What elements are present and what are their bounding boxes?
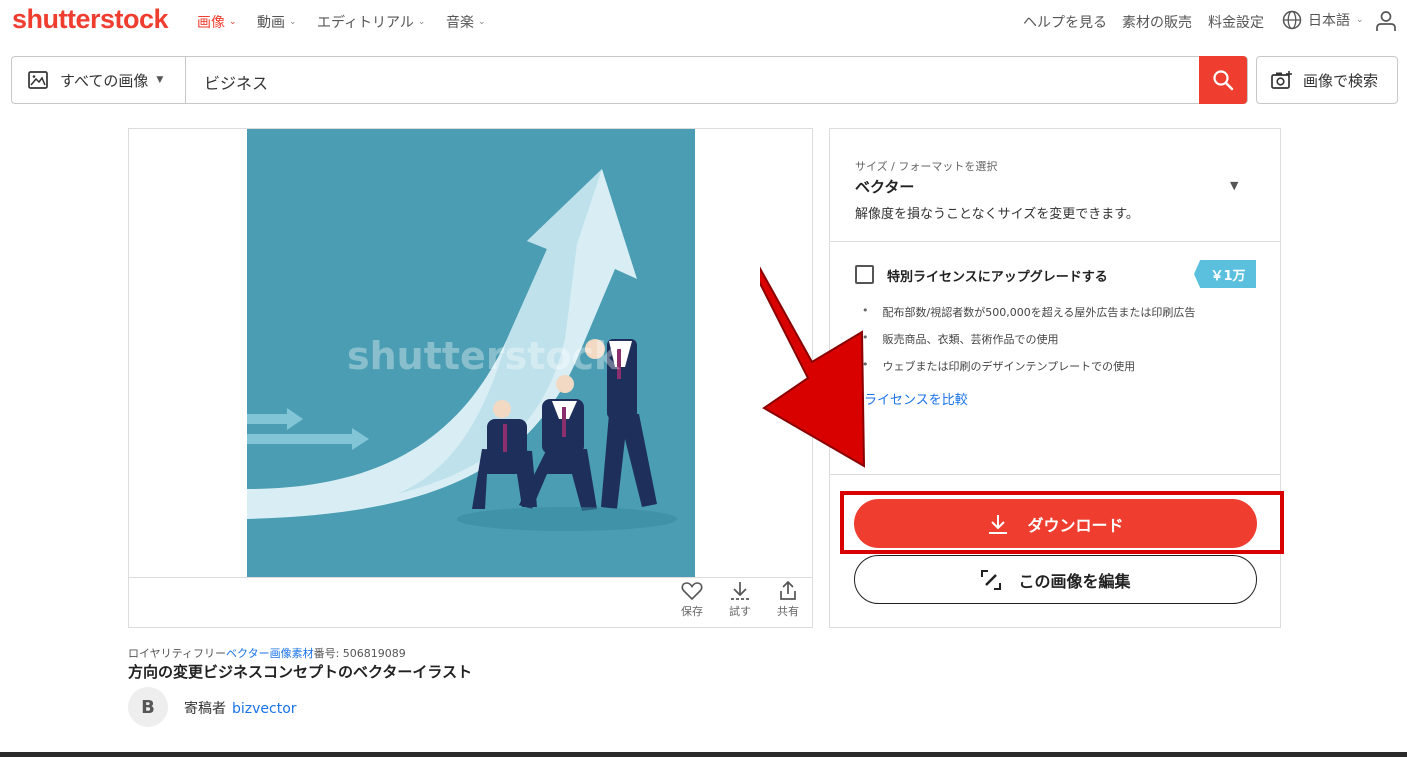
- bullet-text: ウェブまたは印刷のデザインテンプレートでの使用: [882, 360, 1136, 373]
- help-link[interactable]: ヘルプを見る: [1023, 12, 1107, 32]
- camera-plus-icon: [1271, 71, 1292, 89]
- pricing-link[interactable]: 料金設定: [1208, 12, 1264, 32]
- caret-down-icon: ▼: [1230, 179, 1239, 192]
- search-input[interactable]: ビジネス: [204, 70, 268, 94]
- save-action[interactable]: 保存: [681, 581, 703, 619]
- divider: [830, 241, 1280, 242]
- share-label: 共有: [777, 605, 799, 618]
- search-scope-dropdown[interactable]: すべての画像 ▼: [12, 57, 186, 103]
- upgrade-label[interactable]: 特別ライセンスにアップグレードする: [887, 266, 1108, 285]
- nav-video-label: 動画: [257, 15, 285, 31]
- image-preview-panel: shutterstock 保存 試す 共有: [128, 128, 813, 628]
- chevron-down-icon: ⌄: [229, 17, 237, 27]
- heart-icon: [681, 582, 703, 601]
- royalty-free-label: ロイヤリティフリー: [128, 647, 227, 660]
- annotation-highlight-box: [840, 491, 1284, 554]
- language-selector[interactable]: 日本語 ⌄: [1282, 10, 1364, 30]
- nav-video[interactable]: 動画 ⌄: [257, 12, 297, 32]
- list-item: • 配布部数/視認者数が500,000を超える屋外広告または印刷広告: [862, 304, 1195, 320]
- nav-editorial-label: エディトリアル: [317, 15, 414, 31]
- caret-down-icon: ▼: [156, 75, 164, 85]
- search-scope-label: すべての画像: [60, 71, 149, 90]
- image-search-button[interactable]: 画像で検索: [1256, 56, 1398, 104]
- preview-image[interactable]: shutterstock: [247, 129, 695, 577]
- download-icon: [731, 582, 749, 600]
- search-bar: すべての画像 ▼ ビジネス: [11, 56, 1248, 104]
- avatar[interactable]: B: [128, 687, 168, 727]
- edit-icon: [981, 569, 1002, 590]
- bullet-text: 配布部数/視認者数が500,000を超える屋外広告または印刷広告: [882, 306, 1196, 319]
- contributor-label: 寄稿者: [184, 701, 226, 717]
- image-search-label: 画像で検索: [1303, 71, 1379, 90]
- nav-editorial[interactable]: エディトリアル ⌄: [317, 12, 425, 32]
- chevron-down-icon: ⌄: [478, 17, 486, 27]
- nav-images[interactable]: 画像 ⌄: [197, 12, 237, 32]
- search-button[interactable]: [1199, 56, 1247, 104]
- chevron-down-icon: ⌄: [289, 17, 297, 27]
- divider: [830, 474, 1280, 475]
- vector-stock-link[interactable]: ベクター画像素材: [226, 647, 314, 660]
- globe-icon: [1282, 10, 1302, 30]
- image-id: 番号: 506819089: [313, 647, 406, 660]
- top-navigation: shutterstock 画像 ⌄ 動画 ⌄ エディトリアル ⌄ 音楽 ⌄ ヘルプを見る…: [0, 0, 1407, 44]
- user-account-icon[interactable]: [1374, 9, 1398, 33]
- nav-music[interactable]: 音楽 ⌄: [446, 12, 486, 32]
- chevron-down-icon: ⌄: [1356, 15, 1364, 25]
- share-action[interactable]: 共有: [777, 581, 799, 619]
- image-icon: [28, 71, 48, 89]
- bottom-bar: [0, 752, 1407, 757]
- save-label: 保存: [681, 605, 703, 618]
- price-tag: ￥1万: [1194, 260, 1256, 288]
- language-label: 日本語: [1308, 13, 1350, 29]
- edit-image-button[interactable]: この画像を編集: [854, 555, 1257, 604]
- list-item: • 販売商品、衣類、芸術作品での使用: [862, 331, 1059, 347]
- size-format-description: 解像度を損なうことなくサイズを変更できます。: [855, 207, 1139, 222]
- contributor-line: 寄稿者 bizvector: [184, 698, 297, 718]
- image-meta-line: ロイヤリティフリーベクター画像素材番号: 506819089: [128, 645, 406, 661]
- business-arrow-illustration: shutterstock: [247, 129, 695, 577]
- list-item: • ウェブまたは印刷のデザインテンプレートでの使用: [862, 358, 1135, 374]
- image-title: 方向の変更ビジネスコンセプトのベクターイラスト: [128, 663, 473, 681]
- try-action[interactable]: 試す: [729, 581, 751, 619]
- edit-image-label: この画像を編集: [1018, 571, 1131, 591]
- nav-music-label: 音楽: [446, 15, 474, 31]
- try-label: 試す: [729, 605, 751, 618]
- sell-link[interactable]: 素材の販売: [1122, 12, 1192, 32]
- chevron-down-icon: ⌄: [417, 17, 426, 27]
- watermark: shutterstock: [347, 334, 620, 378]
- shutterstock-logo[interactable]: shutterstock: [12, 4, 169, 35]
- license-panel: サイズ / フォーマットを選択 ベクター ▼ 解像度を損なうことなくサイズを変更…: [829, 128, 1284, 628]
- search-icon: [1213, 70, 1234, 91]
- bullet-text: 販売商品、衣類、芸術作品での使用: [882, 333, 1059, 346]
- contributor-link[interactable]: bizvector: [232, 701, 297, 717]
- divider: [129, 577, 812, 578]
- nav-images-label: 画像: [197, 15, 225, 31]
- annotation-arrow: [760, 266, 866, 468]
- size-format-value: ベクター: [855, 178, 915, 196]
- size-format-label: サイズ / フォーマットを選択: [855, 160, 998, 173]
- share-icon: [780, 581, 796, 600]
